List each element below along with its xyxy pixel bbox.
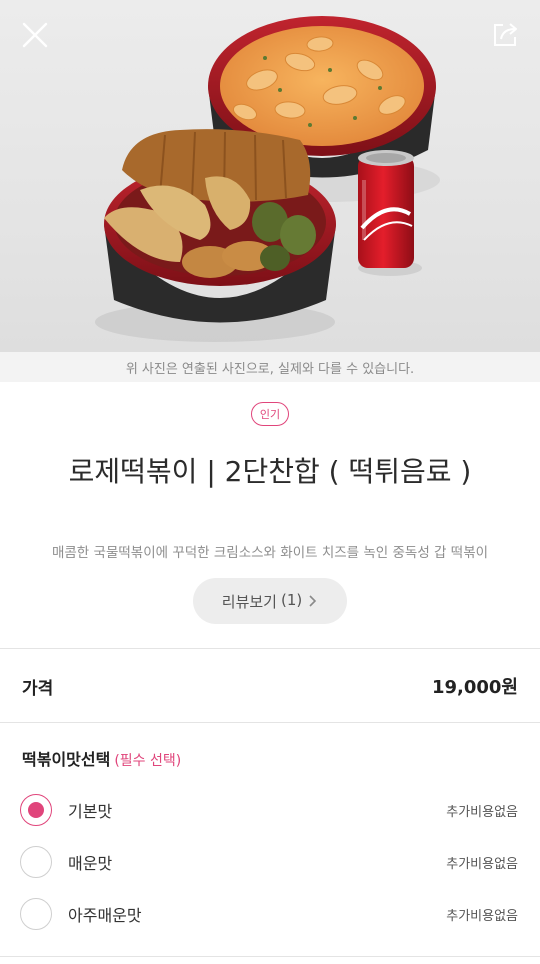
product-description: 매콤한 국물떡볶이에 꾸덕한 크림소스와 화이트 치즈를 녹인 중독성 갑 떡볶… [51, 545, 489, 561]
option-item-basic[interactable]: 기본맛 추가비용없음 [0, 784, 540, 836]
option-extra-cost: 추가비용없음 [446, 908, 518, 924]
share-icon [494, 23, 517, 46]
close-button[interactable] [14, 14, 56, 56]
review-count: (1) [280, 590, 303, 609]
price-row: 가격 19,000원 [0, 650, 540, 722]
option-group-name: 떡볶이맛선택 [22, 750, 111, 769]
divider [0, 956, 540, 957]
required-label: (필수 선택) [114, 753, 182, 769]
product-title: 로제떡볶이 | 2단찬합 ( 떡튀음료 ) [68, 455, 472, 488]
option-name: 기본맛 [68, 802, 113, 821]
popular-badge: 인기 [251, 402, 289, 426]
option-extra-cost: 추가비용없음 [446, 856, 518, 872]
radio-selected-dot [28, 802, 44, 818]
option-name: 아주매운맛 [68, 906, 142, 925]
divider [0, 722, 540, 723]
chevron-right-icon [309, 595, 317, 607]
food-illustration [95, 16, 440, 342]
share-button[interactable] [484, 14, 526, 56]
radio-button[interactable] [20, 846, 52, 878]
option-item-spicy[interactable]: 매운맛 추가비용없음 [0, 836, 540, 888]
close-icon [22, 22, 48, 48]
option-extra-cost: 추가비용없음 [446, 804, 518, 820]
product-photo [0, 0, 540, 352]
radio-button[interactable] [20, 794, 52, 826]
option-name: 매운맛 [68, 854, 113, 873]
review-button[interactable]: 리뷰보기 (1) [193, 578, 347, 624]
price-value: 19,000원 [431, 677, 518, 698]
review-button-label: 리뷰보기 [221, 592, 277, 611]
radio-button[interactable] [20, 898, 52, 930]
option-item-extra-spicy[interactable]: 아주매운맛 추가비용없음 [0, 888, 540, 940]
photo-notice: 위 사진은 연출된 사진으로, 실제와 다를 수 있습니다. [0, 352, 540, 382]
price-label: 가격 [22, 678, 54, 699]
option-group-title: 떡볶이맛선택 (필수 선택) [22, 746, 181, 770]
divider [0, 648, 540, 649]
